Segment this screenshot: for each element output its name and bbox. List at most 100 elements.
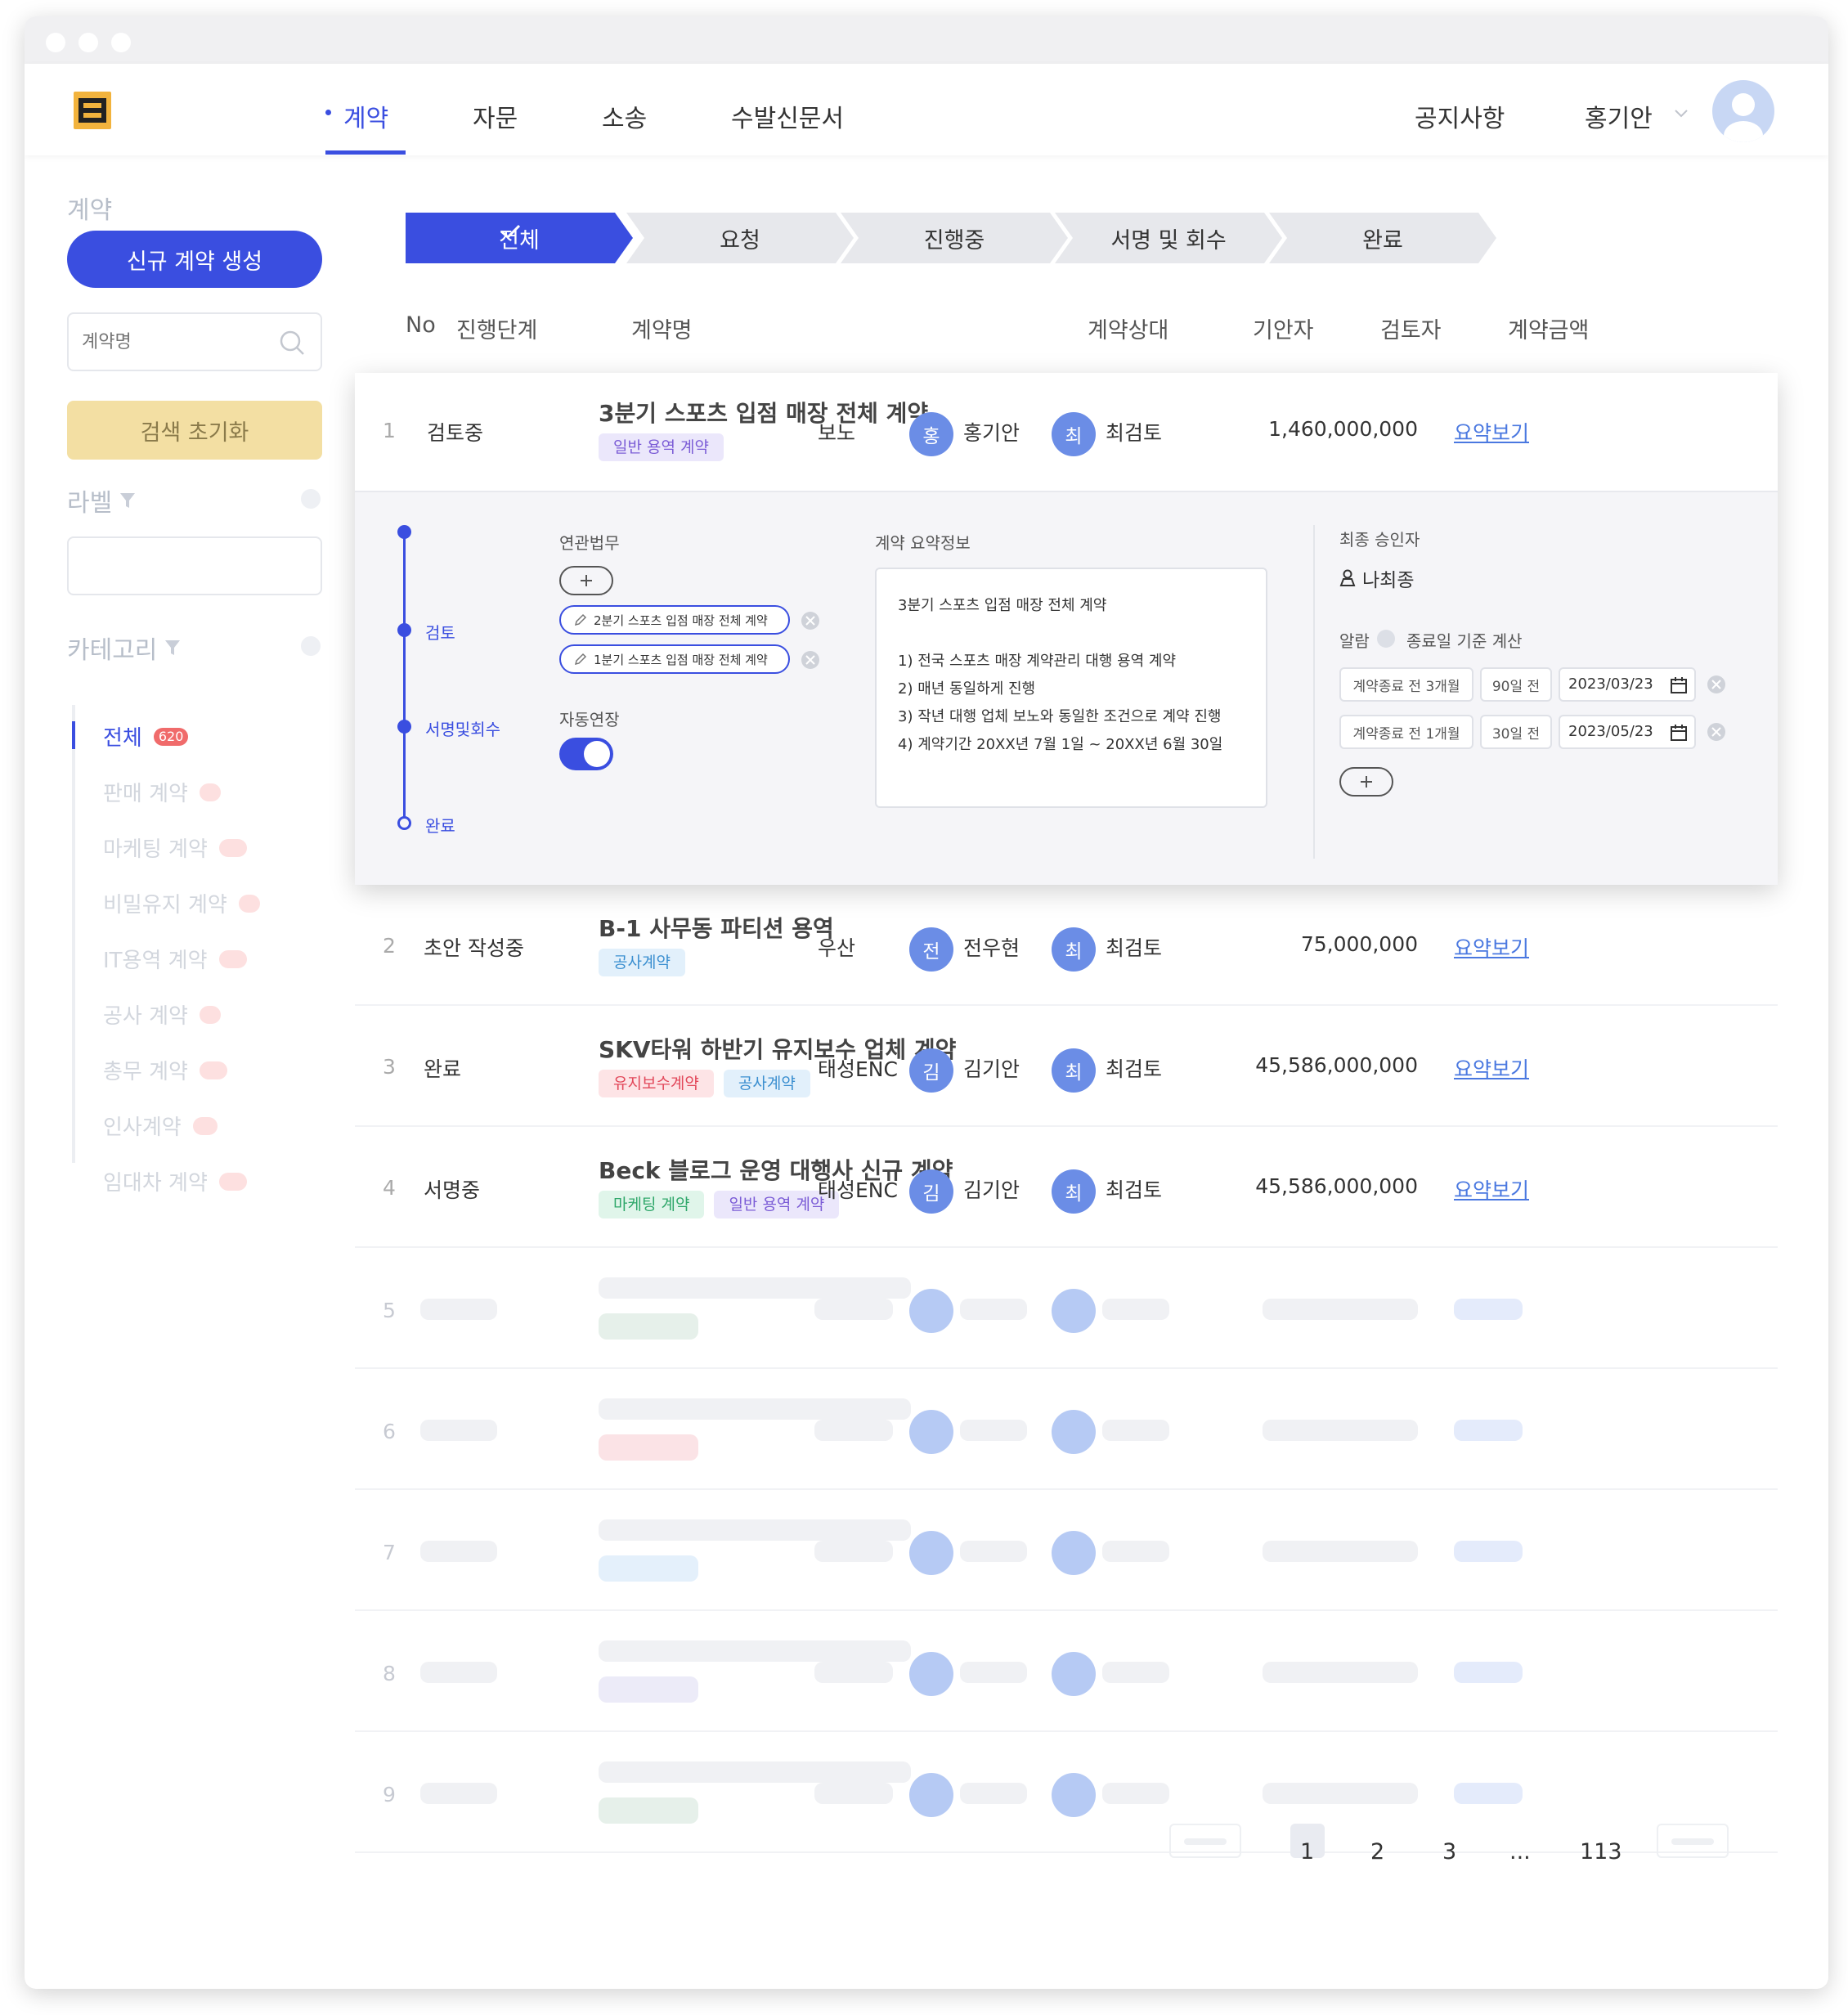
user-avatar[interactable] bbox=[1712, 80, 1774, 142]
table-row[interactable]: 3 완료 SKV타워 하반기 유지보수 업체 계약 유지보수계약 공사계약 태성E… bbox=[355, 1006, 1778, 1127]
row-title[interactable]: Beck 블로그 운영 대행사 신규 계약 bbox=[599, 1153, 953, 1186]
skeleton-amount bbox=[1263, 1299, 1418, 1320]
contract-search-field[interactable] bbox=[67, 312, 322, 371]
sidebar: 계약 신규 계약 생성 검색 초기화 라벨 카테고리 전체 620 판매 계약 bbox=[25, 155, 352, 1989]
next-page-button[interactable] bbox=[1657, 1824, 1729, 1858]
prev-page-button[interactable] bbox=[1169, 1824, 1241, 1858]
search-input[interactable] bbox=[82, 327, 262, 357]
remove-icon[interactable] bbox=[1706, 674, 1727, 695]
category-toggle[interactable] bbox=[301, 636, 321, 656]
remove-icon[interactable] bbox=[800, 649, 821, 671]
page-3[interactable]: 3 bbox=[1442, 1839, 1456, 1865]
category-label: IT용역 계약 bbox=[103, 949, 208, 973]
step-complete[interactable]: 완료 bbox=[1269, 213, 1496, 263]
nav-documents[interactable]: 수발신문서 bbox=[731, 98, 844, 134]
page-1[interactable]: 1 bbox=[1300, 1839, 1314, 1865]
step-signing[interactable]: 서명 및 회수 bbox=[1055, 213, 1282, 263]
summary-link[interactable]: 요약보기 bbox=[1454, 1053, 1529, 1083]
skeleton-reviewer bbox=[1102, 1541, 1169, 1562]
category-count-badge bbox=[192, 1116, 218, 1135]
step-all[interactable]: 전체 bbox=[406, 213, 633, 263]
nav-notice[interactable]: 공지사항 bbox=[1415, 98, 1505, 134]
chevron-down-icon[interactable] bbox=[1673, 108, 1689, 119]
page-2[interactable]: 2 bbox=[1370, 1839, 1384, 1865]
skeleton-reviewer bbox=[1102, 1662, 1169, 1683]
page-last[interactable]: 113 bbox=[1580, 1839, 1622, 1865]
timeline-dot-open bbox=[397, 816, 411, 830]
app-logo-icon[interactable] bbox=[74, 92, 111, 129]
category-item[interactable]: 공사 계약 bbox=[103, 999, 221, 1030]
category-item[interactable]: 임대차 계약 bbox=[103, 1166, 247, 1196]
step-label: 요청 bbox=[720, 227, 760, 254]
summary-link[interactable]: 요약보기 bbox=[1454, 1174, 1529, 1204]
step-in-progress[interactable]: 진행중 bbox=[841, 213, 1068, 263]
row-title[interactable]: 3분기 스포츠 입점 매장 전체 계약 bbox=[599, 396, 928, 429]
related-item[interactable]: 2분기 스포츠 입점 매장 전체 계약 bbox=[559, 605, 790, 635]
alarm-date-field[interactable]: 2023/03/23 bbox=[1559, 667, 1696, 702]
skeleton-link bbox=[1454, 1420, 1523, 1441]
alarm-date: 2023/03/23 bbox=[1568, 675, 1653, 693]
search-icon[interactable] bbox=[278, 329, 307, 358]
summary-link[interactable]: 요약보기 bbox=[1454, 932, 1529, 962]
category-item[interactable]: 판매 계약 bbox=[103, 777, 221, 807]
label-toggle[interactable] bbox=[301, 489, 321, 509]
skeleton-amount bbox=[1263, 1783, 1418, 1804]
tag-construction: 공사계약 bbox=[723, 1070, 810, 1097]
category-count-badge bbox=[218, 838, 247, 857]
summary-title: 계약 요약정보 bbox=[875, 533, 971, 553]
category-item[interactable]: 비밀유지 계약 bbox=[103, 888, 260, 918]
add-alarm-button[interactable] bbox=[1339, 767, 1393, 797]
summary-link[interactable]: 요약보기 bbox=[1454, 417, 1529, 447]
filter-icon[interactable] bbox=[164, 638, 182, 657]
add-related-button[interactable] bbox=[559, 566, 613, 595]
calendar-icon[interactable] bbox=[1670, 724, 1688, 742]
timeline-review: 검토 bbox=[425, 623, 455, 643]
nav-litigation[interactable]: 소송 bbox=[602, 98, 647, 134]
category-item[interactable]: IT용역 계약 bbox=[103, 944, 247, 974]
drafter-name: 전우현 bbox=[963, 936, 1020, 960]
nav-advisory[interactable]: 자문 bbox=[473, 98, 518, 134]
row-tags: 일반 용역 계약 bbox=[599, 433, 733, 461]
step-request[interactable]: 요청 bbox=[626, 213, 854, 263]
reviewer-avatar: 최 bbox=[1052, 1048, 1096, 1093]
info-icon[interactable] bbox=[1377, 630, 1395, 648]
summary-line: 1) 전국 스포츠 매장 계약관리 대행 용역 계약 bbox=[898, 653, 1177, 670]
alarm-date-field[interactable]: 2023/05/23 bbox=[1559, 715, 1696, 749]
table-row[interactable]: 4 서명중 Beck 블로그 운영 대행사 신규 계약 마케팅 계약 일반 용역 … bbox=[355, 1127, 1778, 1248]
user-avatar-icon bbox=[1724, 93, 1763, 142]
row-title[interactable]: SKV타워 하반기 유지보수 업체 계약 bbox=[599, 1032, 956, 1065]
user-menu[interactable]: 홍기안 bbox=[1585, 98, 1653, 134]
calendar-icon[interactable] bbox=[1670, 676, 1688, 694]
category-item[interactable]: 총무 계약 bbox=[103, 1055, 227, 1085]
row-stage: 초안 작성중 bbox=[424, 936, 524, 960]
related-item[interactable]: 1분기 스포츠 입점 매장 전체 계약 bbox=[559, 644, 790, 674]
alarm-days-field[interactable]: 30일 전 bbox=[1480, 715, 1552, 749]
auto-renew-toggle[interactable] bbox=[559, 738, 613, 770]
alarm-days-field[interactable]: 90일 전 bbox=[1480, 667, 1552, 702]
alarm-type-select[interactable]: 계약종료 전 1개월 bbox=[1339, 715, 1473, 749]
column-header-title: 계약명 bbox=[631, 318, 693, 343]
remove-icon[interactable] bbox=[800, 610, 821, 631]
label-input[interactable] bbox=[67, 536, 322, 595]
skeleton-reviewer bbox=[1102, 1420, 1169, 1441]
alarm-type-select[interactable]: 계약종료 전 3개월 bbox=[1339, 667, 1473, 702]
summary-box[interactable]: 3분기 스포츠 입점 매장 전체 계약 1) 전국 스포츠 매장 계약관리 대행… bbox=[875, 568, 1267, 808]
category-item[interactable]: 마케팅 계약 bbox=[103, 832, 247, 863]
toggle-knob bbox=[584, 741, 610, 767]
table-row[interactable]: 2 초안 작성중 B-1 사무동 파티션 용역 공사계약 우산 전 전우현 최 … bbox=[355, 885, 1778, 1006]
category-item[interactable]: 인사계약 bbox=[103, 1111, 218, 1141]
skeleton-link bbox=[1454, 1299, 1523, 1320]
skeleton-avatar bbox=[1052, 1531, 1096, 1575]
nav-contract[interactable]: 계약 bbox=[343, 98, 388, 134]
category-track bbox=[72, 705, 75, 1163]
skeleton-stage bbox=[420, 1783, 497, 1804]
filter-icon[interactable] bbox=[119, 491, 137, 510]
remove-icon[interactable] bbox=[1706, 721, 1727, 743]
reset-search-button[interactable]: 검색 초기화 bbox=[67, 401, 322, 460]
skeleton-partner bbox=[814, 1662, 893, 1683]
skeleton-tag bbox=[599, 1676, 698, 1703]
category-item-all[interactable]: 전체 620 bbox=[103, 721, 189, 752]
row-title[interactable]: B-1 사무동 파티션 용역 bbox=[599, 911, 834, 944]
timeline-line bbox=[403, 533, 406, 829]
new-contract-button[interactable]: 신규 계약 생성 bbox=[67, 231, 322, 288]
